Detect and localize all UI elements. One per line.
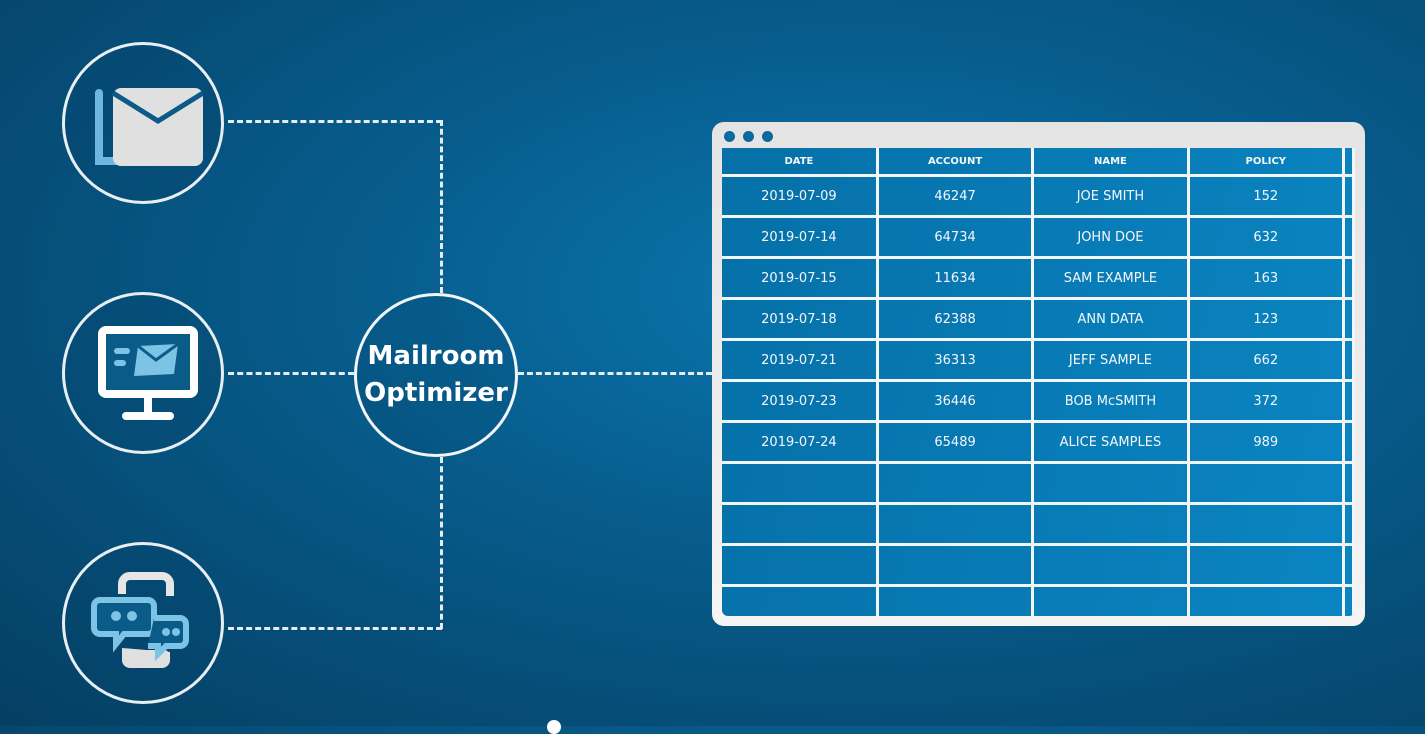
- cell-empty: [1031, 502, 1190, 546]
- cell-empty: [722, 584, 879, 616]
- cell-date: 2019-07-09: [722, 174, 879, 218]
- table-header-row: DATE ACCOUNT NAME POLICY: [722, 148, 1355, 177]
- cell-empty: [1342, 584, 1355, 616]
- mobile-chat-source-node: [62, 542, 224, 704]
- cell-empty: [875, 543, 1035, 587]
- window-controls: [724, 131, 773, 142]
- monitor-mail-icon: [98, 326, 198, 420]
- cell-policy: 989: [1186, 420, 1346, 464]
- envelope-stack-icon: [95, 88, 203, 166]
- cell-empty: [1186, 502, 1346, 546]
- cell-name: ALICE SAMPLES: [1031, 420, 1190, 464]
- cell-name: BOB McSMITH: [1031, 379, 1190, 423]
- window-dot-icon: [762, 131, 773, 142]
- data-table-container: DATE ACCOUNT NAME POLICY 2019-07-09 46247…: [722, 148, 1355, 616]
- cell-date: 2019-07-24: [722, 420, 879, 464]
- cell-empty: [1031, 584, 1190, 616]
- cell-account: 64734: [875, 215, 1035, 259]
- table-row: 2019-07-21 36313 JEFF SAMPLE 662: [722, 338, 1355, 382]
- cell-empty: [722, 543, 879, 587]
- cell-empty: [1186, 543, 1346, 587]
- cell-extra: [1342, 338, 1355, 382]
- cell-policy: 632: [1186, 215, 1346, 259]
- window-dot-icon: [724, 131, 735, 142]
- connector-chat-horizontal: [228, 627, 442, 630]
- window-dot-icon: [743, 131, 754, 142]
- cell-empty: [875, 584, 1035, 616]
- cell-policy: 163: [1186, 256, 1346, 300]
- cell-extra: [1342, 174, 1355, 218]
- cell-empty: [1186, 584, 1346, 616]
- hub-label-line2: Optimizer: [364, 378, 508, 408]
- cell-empty: [875, 461, 1035, 505]
- cell-empty: [1342, 543, 1355, 587]
- web-portal-source-node: [62, 292, 224, 454]
- connector-portal-horizontal: [228, 372, 354, 375]
- connector-chat-vertical: [440, 457, 443, 629]
- cell-account: 36313: [875, 338, 1035, 382]
- cell-name: JOE SMITH: [1031, 174, 1190, 218]
- column-header-policy: POLICY: [1186, 148, 1346, 177]
- cursor-indicator: [547, 720, 561, 734]
- cell-empty: [1186, 461, 1346, 505]
- cell-extra: [1342, 420, 1355, 464]
- table-row-empty: [722, 543, 1355, 587]
- connector-email-horizontal: [228, 120, 442, 123]
- table-row: 2019-07-14 64734 JOHN DOE 632: [722, 215, 1355, 259]
- cell-name: ANN DATA: [1031, 297, 1190, 341]
- cell-empty: [1342, 502, 1355, 546]
- table-row-empty: [722, 461, 1355, 505]
- cell-policy: 662: [1186, 338, 1346, 382]
- cell-name: SAM EXAMPLE: [1031, 256, 1190, 300]
- cell-date: 2019-07-21: [722, 338, 879, 382]
- cell-account: 11634: [875, 256, 1035, 300]
- cell-empty: [1342, 461, 1355, 505]
- cell-name: JEFF SAMPLE: [1031, 338, 1190, 382]
- table-row: 2019-07-24 65489 ALICE SAMPLES 989: [722, 420, 1355, 464]
- cell-account: 62388: [875, 297, 1035, 341]
- column-header-name: NAME: [1031, 148, 1190, 177]
- cell-empty: [1031, 461, 1190, 505]
- cell-date: 2019-07-18: [722, 297, 879, 341]
- table-row-empty: [722, 502, 1355, 546]
- cell-extra: [1342, 297, 1355, 341]
- table-row: 2019-07-09 46247 JOE SMITH 152: [722, 174, 1355, 218]
- mailroom-optimizer-hub: Mailroom Optimizer: [354, 293, 518, 457]
- cell-empty: [875, 502, 1035, 546]
- cell-policy: 372: [1186, 379, 1346, 423]
- connector-hub-to-table: [518, 372, 712, 375]
- cell-account: 65489: [875, 420, 1035, 464]
- cell-date: 2019-07-15: [722, 256, 879, 300]
- cell-extra: [1342, 215, 1355, 259]
- cell-account: 36446: [875, 379, 1035, 423]
- cell-account: 46247: [875, 174, 1035, 218]
- table-row-empty: [722, 584, 1355, 616]
- cell-date: 2019-07-14: [722, 215, 879, 259]
- column-header-account: ACCOUNT: [875, 148, 1035, 177]
- cell-extra: [1342, 379, 1355, 423]
- cell-empty: [722, 502, 879, 546]
- table-row: 2019-07-23 36446 BOB McSMITH 372: [722, 379, 1355, 423]
- hub-label-line1: Mailroom: [367, 341, 505, 371]
- column-header-extra: [1342, 148, 1355, 177]
- cell-empty: [722, 461, 879, 505]
- cell-policy: 123: [1186, 297, 1346, 341]
- phone-chat-icon: [91, 572, 189, 668]
- table-row: 2019-07-18 62388 ANN DATA 123: [722, 297, 1355, 341]
- cell-policy: 152: [1186, 174, 1346, 218]
- connector-email-vertical: [440, 120, 443, 293]
- email-source-node: [62, 42, 224, 204]
- data-table: DATE ACCOUNT NAME POLICY 2019-07-09 46247…: [722, 148, 1355, 616]
- cell-extra: [1342, 256, 1355, 300]
- column-header-date: DATE: [722, 148, 879, 177]
- table-row: 2019-07-15 11634 SAM EXAMPLE 163: [722, 256, 1355, 300]
- cell-name: JOHN DOE: [1031, 215, 1190, 259]
- cell-date: 2019-07-23: [722, 379, 879, 423]
- cell-empty: [1031, 543, 1190, 587]
- output-data-window: DATE ACCOUNT NAME POLICY 2019-07-09 46247…: [712, 122, 1365, 626]
